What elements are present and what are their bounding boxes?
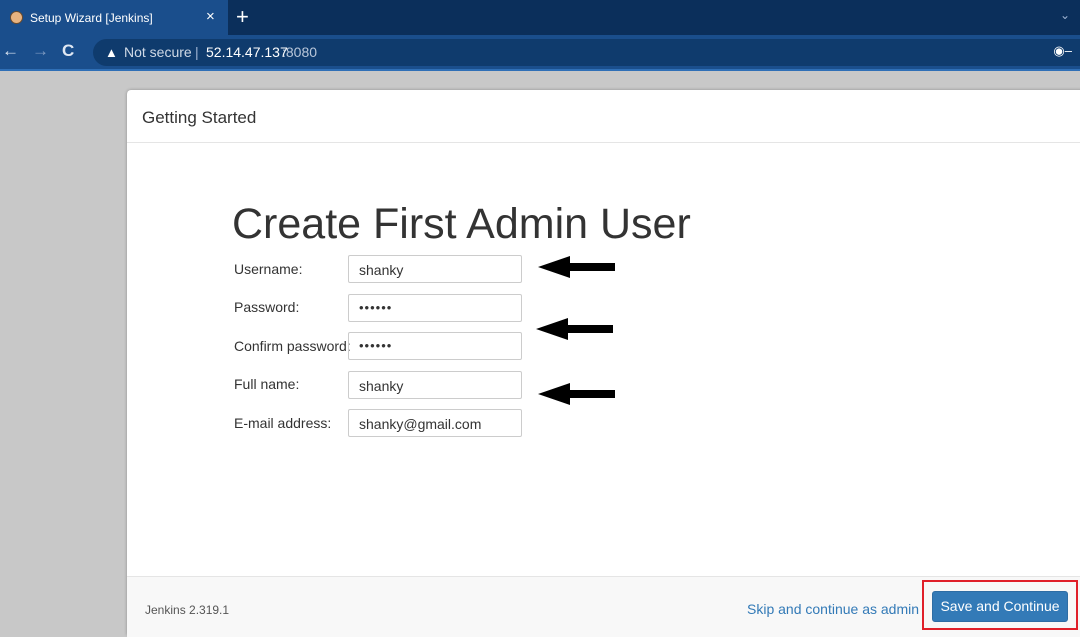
confirm-password-label: Confirm password:: [234, 338, 351, 354]
panel-title: Getting Started: [142, 108, 257, 127]
full-name-field[interactable]: shanky: [348, 371, 522, 399]
url-host: 52.14.47.137: [206, 44, 288, 60]
confirm-password-field[interactable]: ••••••: [348, 332, 522, 360]
email-label: E-mail address:: [234, 415, 332, 431]
jenkins-version: Jenkins 2.319.1: [145, 603, 230, 617]
jenkins-favicon-icon: [10, 11, 23, 24]
tab-title: Setup Wizard [Jenkins]: [30, 11, 153, 25]
browser-tab-strip: Setup Wizard [Jenkins] × + ⌄: [0, 0, 1080, 35]
password-label: Password:: [234, 299, 300, 315]
back-arrow-icon[interactable]: ←: [2, 41, 19, 61]
address-bar[interactable]: ▲ Not secure | 52.14.47.137 :8080: [93, 39, 1080, 66]
url-separator: |: [195, 44, 199, 60]
arrow-left-icon: [538, 383, 615, 405]
toolbar-divider: [0, 69, 1080, 71]
url-port: :8080: [282, 44, 318, 60]
panel-header: Getting Started: [127, 90, 1080, 143]
password-field[interactable]: ••••••: [348, 294, 522, 322]
email-field[interactable]: shanky@gmail.com: [348, 409, 522, 437]
not-secure-label[interactable]: Not secure: [124, 44, 192, 60]
page-heading: Create First Admin User: [232, 200, 691, 248]
reload-icon[interactable]: C: [62, 41, 74, 61]
browser-tab[interactable]: Setup Wizard [Jenkins] ×: [0, 0, 228, 35]
close-tab-icon[interactable]: ×: [206, 8, 215, 25]
key-icon[interactable]: ◉–: [1053, 43, 1072, 59]
arrow-left-icon: [536, 318, 613, 340]
setup-wizard-panel: Getting Started Create First Admin User …: [127, 90, 1080, 637]
username-label: Username:: [234, 261, 303, 277]
warning-icon[interactable]: ▲: [105, 45, 118, 60]
save-and-continue-button[interactable]: Save and Continue: [932, 591, 1068, 622]
skip-continue-link[interactable]: Skip and continue as admin: [747, 601, 919, 617]
panel-footer: Jenkins 2.319.1 Skip and continue as adm…: [127, 576, 1080, 637]
username-field[interactable]: shanky: [348, 255, 522, 283]
tab-search-chevron-icon[interactable]: ⌄: [1060, 8, 1070, 22]
new-tab-icon[interactable]: +: [236, 4, 249, 30]
browser-toolbar: ← → C ▲ Not secure | 52.14.47.137 :8080 …: [0, 35, 1080, 70]
full-name-label: Full name:: [234, 376, 300, 392]
arrow-left-icon: [538, 256, 615, 278]
forward-arrow-icon[interactable]: →: [32, 41, 49, 61]
